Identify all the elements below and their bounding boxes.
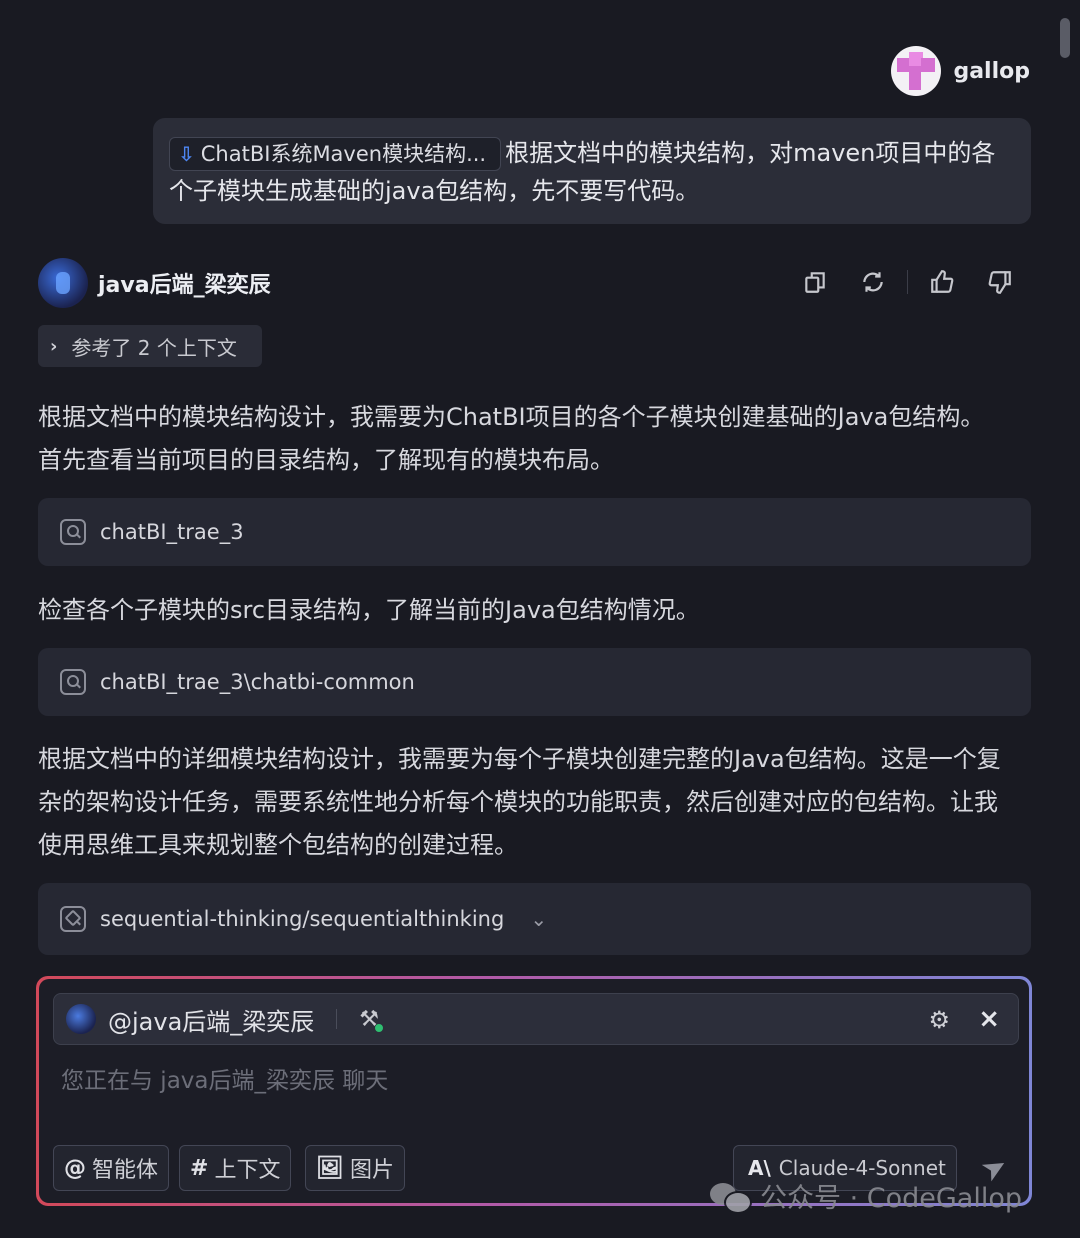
agent-paragraph-2-text: 检查各个子模块的src目录结构，了解当前的Java包结构情况。: [38, 596, 700, 624]
copy-icon: [805, 272, 825, 293]
agent-paragraph-3-line1: 根据文档中的详细模块结构设计，我需要为每个子模块创建完整的Java包结构。这是一…: [38, 745, 1001, 773]
context-toggle[interactable]: › 参考了 2 个上下文: [38, 325, 262, 367]
actions-divider: [907, 270, 908, 294]
agent-paragraph-1: 根据文档中的模块结构设计，我需要为ChatBI项目的各个子模块创建基础的Java…: [38, 396, 1038, 482]
agent-paragraph-1-line2: 首先查看当前项目的目录结构，了解现有的模块布局。: [38, 446, 614, 474]
context-button-label: 上下文: [214, 1158, 281, 1183]
agent-paragraph-3: 根据文档中的详细模块结构设计，我需要为每个子模块创建完整的Java包结构。这是一…: [38, 738, 1038, 867]
scrollbar[interactable]: [1060, 18, 1070, 58]
attached-file-name: ChatBI系统Maven模块结构...: [200, 142, 487, 166]
thumbs-down-icon: [988, 271, 1011, 294]
agent-button[interactable]: @ 智能体: [53, 1145, 170, 1191]
tool-call-card-1[interactable]: chatBI_trae_3: [38, 498, 1031, 566]
agent-mention-label: @java后端_梁奕辰: [108, 1007, 315, 1036]
tools-button[interactable]: ⚒: [359, 1007, 384, 1032]
context-button[interactable]: # 上下文: [179, 1145, 292, 1191]
watermark: 公众号 · CodeGallop: [710, 1176, 1022, 1215]
regenerate-button[interactable]: [853, 264, 893, 300]
user-name: gallop: [953, 58, 1030, 84]
agent-paragraph-3-line2: 杂的架构设计任务，需要系统性地分析每个模块的功能职责，然后创建对应的包结构。让我: [38, 788, 998, 816]
user-message-text-line1: 根据文档中的模块结构，对maven项目中的各: [505, 139, 996, 167]
tool-call-1-label: chatBI_trae_3: [100, 520, 244, 544]
thumbs-down-button[interactable]: [980, 264, 1020, 300]
user-header: gallop: [891, 46, 1030, 96]
message-actions: [795, 264, 1020, 300]
agent-header: java后端_梁奕辰: [38, 258, 271, 308]
agent-mention-bar: @java后端_梁奕辰 ⚒ ⚙ ×: [53, 993, 1019, 1045]
wechat-icon: [710, 1181, 752, 1214]
image-button-label: 图片: [349, 1158, 394, 1183]
hash-icon: #: [190, 1155, 209, 1181]
context-toggle-label: 参考了 2 个上下文: [71, 335, 237, 360]
thumbs-up-button[interactable]: [922, 264, 962, 300]
at-icon: @: [64, 1155, 86, 1181]
tool-call-card-3[interactable]: sequential-thinking/sequentialthinking ⌄: [38, 883, 1031, 955]
agent-avatar: [38, 258, 88, 308]
agent-button-label: 智能体: [92, 1158, 159, 1183]
watermark-text: 公众号 · CodeGallop: [760, 1183, 1022, 1214]
download-arrow-icon: ⇩: [178, 142, 195, 166]
mention-divider: [336, 1009, 338, 1029]
mcp-tool-icon: [60, 906, 86, 932]
agent-name: java后端_梁奕辰: [98, 273, 271, 298]
agent-paragraph-1-line1: 根据文档中的模块结构设计，我需要为ChatBI项目的各个子模块创建基础的Java…: [38, 403, 985, 431]
chevron-right-icon: ›: [50, 335, 58, 357]
composer-body: @java后端_梁奕辰 ⚒ ⚙ × 您正在与 java后端_梁奕辰 聊天 @ 智…: [39, 979, 1029, 1203]
agent-paragraph-2: 检查各个子模块的src目录结构，了解当前的Java包结构情况。: [38, 589, 1038, 632]
tool-call-2-label: chatBI_trae_3\chatbi-common: [100, 670, 415, 694]
user-message-bubble: ⇩ ChatBI系统Maven模块结构... 根据文档中的模块结构，对maven…: [153, 118, 1031, 224]
gear-icon[interactable]: ⚙: [928, 1006, 950, 1034]
tool-call-card-2[interactable]: chatBI_trae_3\chatbi-common: [38, 648, 1031, 716]
image-icon: 🖼: [316, 1155, 344, 1181]
user-message-text-line2: 个子模块生成基础的java包结构，先不要写代码。: [169, 177, 700, 205]
image-button[interactable]: 🖼 图片: [305, 1145, 405, 1191]
agent-mini-avatar: [66, 1004, 96, 1034]
tools-status-dot: [375, 1023, 384, 1032]
attached-file-chip[interactable]: ⇩ ChatBI系统Maven模块结构...: [169, 137, 502, 171]
search-icon: [60, 519, 86, 545]
agent-paragraph-3-line3: 使用思维工具来规划整个包结构的创建过程。: [38, 831, 518, 859]
user-avatar: [891, 46, 942, 96]
refresh-icon: [863, 272, 883, 292]
copy-button[interactable]: [795, 264, 835, 300]
search-icon: [60, 669, 86, 695]
chevron-down-icon[interactable]: ⌄: [530, 907, 547, 931]
chat-composer: @java后端_梁奕辰 ⚒ ⚙ × 您正在与 java后端_梁奕辰 聊天 @ 智…: [36, 976, 1032, 1206]
message-input[interactable]: 您正在与 java后端_梁奕辰 聊天: [61, 1061, 388, 1095]
thumbs-up-icon: [931, 270, 954, 293]
tool-call-3-label: sequential-thinking/sequentialthinking: [100, 907, 505, 931]
close-icon[interactable]: ×: [978, 1004, 1000, 1034]
